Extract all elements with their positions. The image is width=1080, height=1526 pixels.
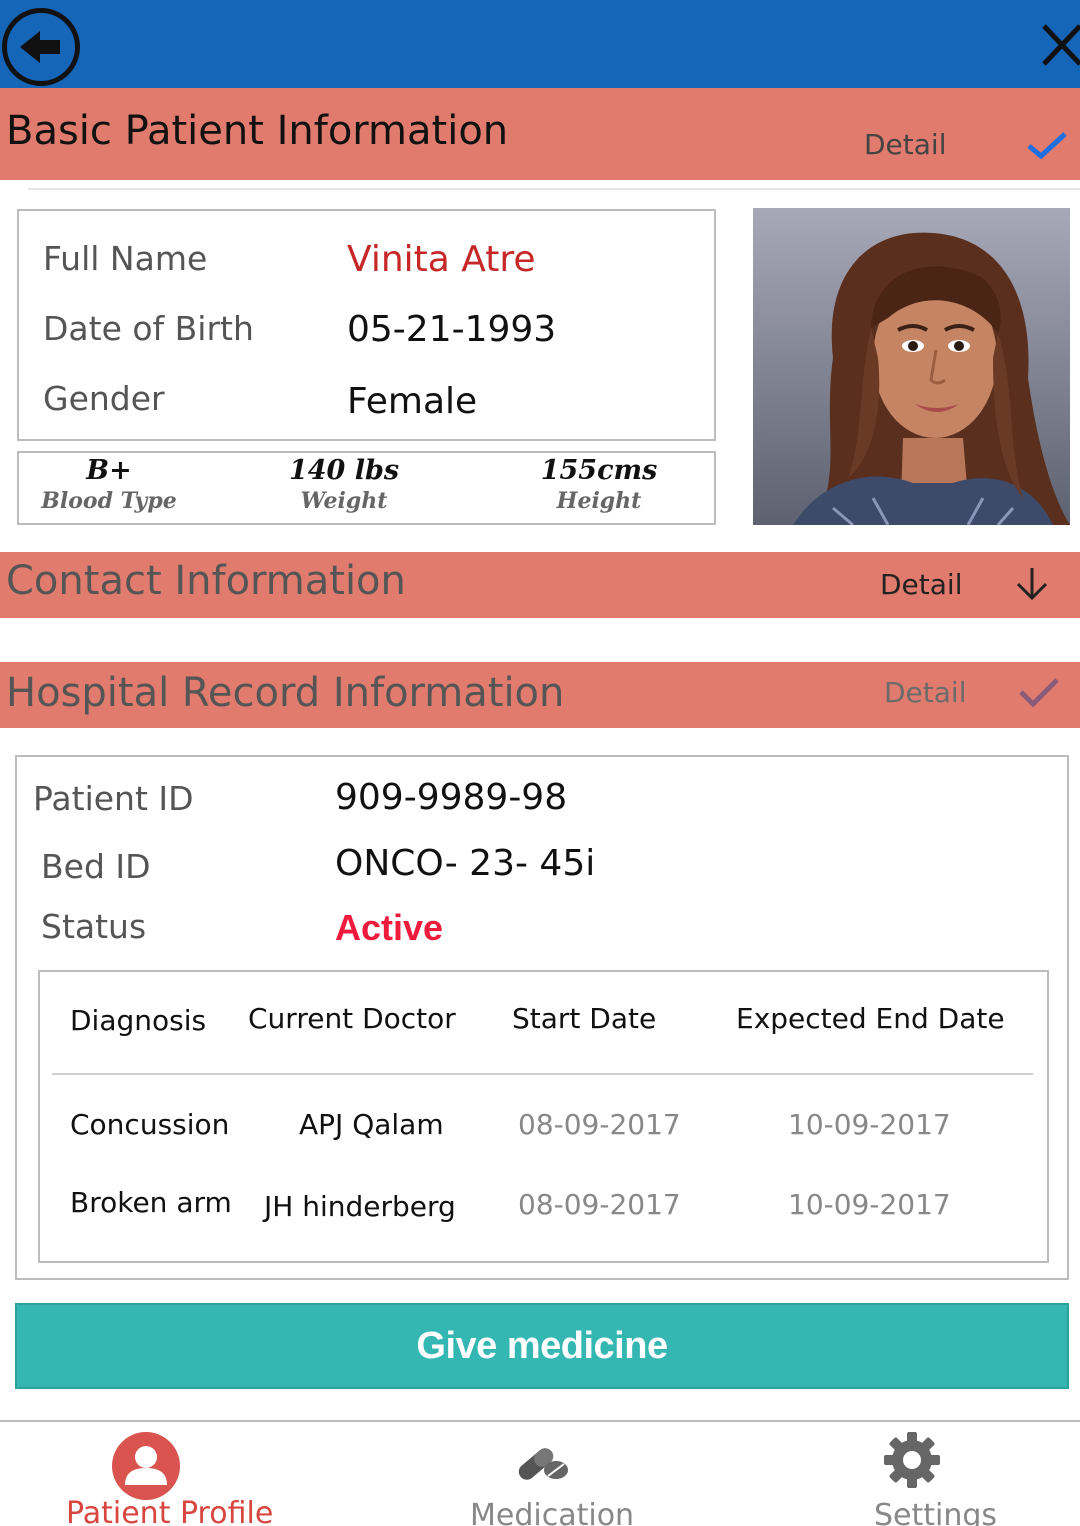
patient-id-label: Patient ID: [33, 779, 194, 818]
patient-portrait: [753, 208, 1070, 525]
back-arrow-icon: [20, 31, 60, 63]
contact-info-section-header[interactable]: Contact Information Detail: [0, 552, 1080, 618]
doctor-cell: APJ Qalam: [299, 1108, 444, 1141]
doctor-cell: JH hinderberg: [264, 1190, 456, 1223]
patient-id-value: 909-9989-98: [335, 777, 568, 818]
divider: [28, 188, 1080, 190]
nav-label-settings: Settings: [874, 1498, 998, 1526]
vitals-card: B+ Blood Type 140 lbs Weight 155cms Heig…: [17, 451, 716, 525]
full-name-value: Vinita Atre: [347, 239, 536, 280]
gear-icon: [884, 1432, 940, 1488]
close-icon[interactable]: [1040, 22, 1080, 68]
blood-type-label: Blood Type: [41, 488, 177, 514]
table-header-doctor: Current Doctor: [248, 1002, 456, 1035]
gender-label: Gender: [43, 379, 165, 418]
start-date-cell: 08-09-2017: [518, 1188, 681, 1221]
dob-value: 05-21-1993: [347, 309, 557, 350]
checkmark-icon: [1027, 132, 1067, 160]
blood-type-value: B+: [86, 455, 132, 486]
full-name-label: Full Name: [43, 239, 208, 278]
nav-label-patient-profile: Patient Profile: [66, 1496, 274, 1526]
dob-label: Date of Birth: [43, 309, 254, 348]
user-icon: [112, 1432, 180, 1500]
table-header-start-date: Start Date: [512, 1002, 657, 1035]
hospital-record-card: Patient ID 909-9989-98 Bed ID ONCO- 23- …: [15, 755, 1069, 1280]
checkmark-icon: [1019, 678, 1059, 708]
weight-label: Weight: [300, 488, 388, 514]
section-title: Contact Information: [6, 558, 406, 604]
detail-link[interactable]: Detail: [864, 128, 946, 161]
section-title: Hospital Record Information: [6, 670, 565, 716]
table-header-end-date: Expected End Date: [736, 1002, 1005, 1035]
basic-info-section-header[interactable]: Basic Patient Information Detail: [0, 88, 1080, 180]
give-medicine-button[interactable]: Give medicine: [15, 1303, 1069, 1389]
top-app-bar: [0, 0, 1080, 88]
basic-info-card: Full Name Vinita Atre Date of Birth 05-2…: [17, 209, 716, 441]
detail-link[interactable]: Detail: [884, 676, 966, 709]
height-value: 155cms: [540, 455, 658, 486]
weight-stat: 140 lbs Weight: [269, 455, 419, 514]
weight-value: 140 lbs: [288, 455, 400, 486]
patient-detail-screen: Basic Patient Information Detail Full Na…: [0, 0, 1080, 1526]
gender-value: Female: [347, 381, 478, 422]
detail-link[interactable]: Detail: [880, 568, 962, 601]
diagnosis-cell: Concussion: [70, 1108, 230, 1141]
bed-id-value: ONCO- 23- 45i: [335, 843, 596, 884]
height-stat: 155cms Height: [524, 455, 674, 514]
height-label: Height: [556, 488, 642, 514]
start-date-cell: 08-09-2017: [518, 1108, 681, 1141]
pills-icon: [518, 1448, 568, 1480]
status-value: Active: [335, 907, 444, 948]
bottom-nav-divider: [0, 1420, 1080, 1422]
section-title: Basic Patient Information: [6, 108, 509, 154]
end-date-cell: 10-09-2017: [788, 1188, 951, 1221]
status-label: Status: [41, 907, 147, 946]
table-header-divider: [52, 1073, 1033, 1075]
bed-id-label: Bed ID: [41, 847, 151, 886]
blood-type-stat: B+ Blood Type: [39, 455, 179, 514]
hospital-record-section-header[interactable]: Hospital Record Information Detail: [0, 662, 1080, 728]
nav-label-medication: Medication: [470, 1498, 635, 1526]
diagnosis-cell: Broken arm: [70, 1186, 232, 1219]
end-date-cell: 10-09-2017: [788, 1108, 951, 1141]
diagnosis-table: Diagnosis Current Doctor Start Date Expe…: [38, 970, 1049, 1263]
patient-photo: [753, 208, 1070, 525]
arrow-down-icon[interactable]: [1014, 566, 1050, 602]
back-button[interactable]: [2, 8, 80, 86]
table-header-diagnosis: Diagnosis: [70, 1004, 207, 1037]
